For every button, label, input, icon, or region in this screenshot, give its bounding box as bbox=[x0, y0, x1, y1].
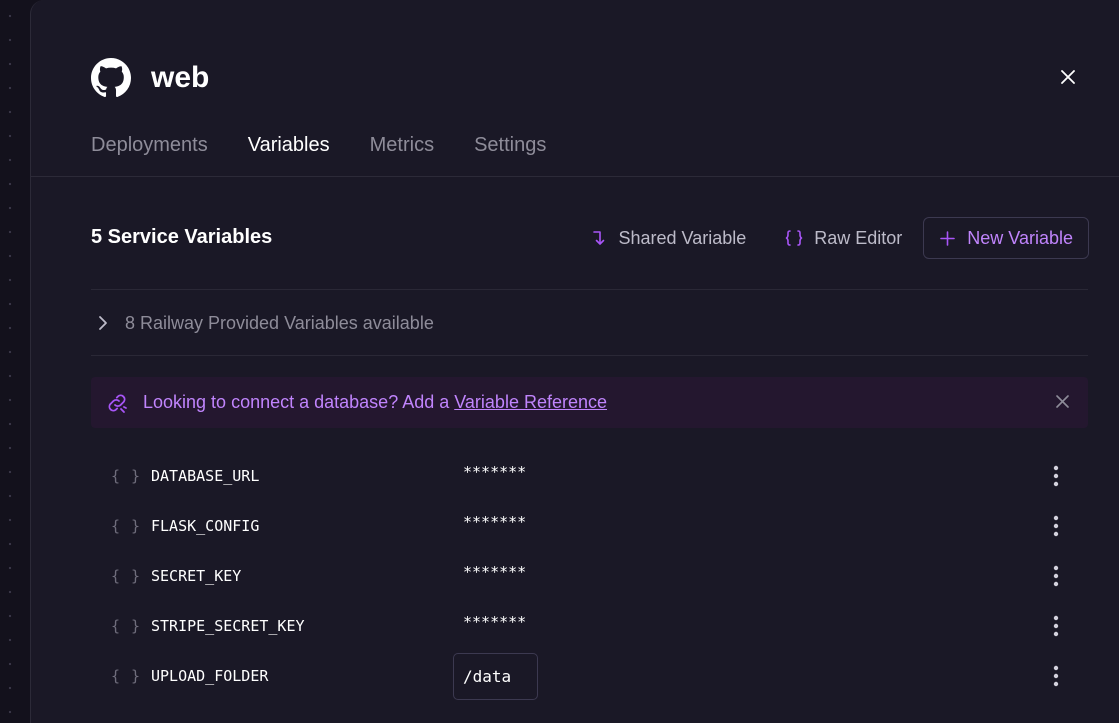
close-panel-button[interactable] bbox=[1057, 68, 1079, 90]
close-icon bbox=[1055, 392, 1069, 413]
shared-variable-label: Shared Variable bbox=[618, 227, 747, 248]
kebab-menu-icon bbox=[1053, 565, 1059, 587]
variable-name[interactable]: SECRET_KEY bbox=[151, 567, 241, 585]
more-options-button[interactable] bbox=[1044, 461, 1068, 491]
service-panel: web Deployments Variables Metrics Settin… bbox=[30, 0, 1119, 723]
variable-icon: { } bbox=[111, 667, 142, 685]
variable-value-field[interactable]: /data bbox=[453, 653, 538, 700]
variable-icon: { } bbox=[111, 617, 142, 635]
kebab-menu-icon bbox=[1053, 465, 1059, 487]
more-options-button[interactable] bbox=[1044, 561, 1068, 591]
variable-row: { } DATABASE_URL ******* bbox=[91, 451, 1088, 501]
close-icon bbox=[1061, 69, 1075, 89]
variable-icon: { } bbox=[111, 467, 142, 485]
variable-row: { } FLASK_CONFIG ******* bbox=[91, 501, 1088, 551]
plus-icon bbox=[940, 230, 956, 246]
variable-row: { } UPLOAD_FOLDER /data bbox=[91, 651, 1088, 701]
link-icon bbox=[105, 391, 129, 415]
panel-header: web bbox=[91, 58, 209, 98]
variable-name[interactable]: FLASK_CONFIG bbox=[151, 517, 259, 535]
provided-variables-toggle[interactable]: 8 Railway Provided Variables available bbox=[91, 291, 434, 355]
variable-icon: { } bbox=[111, 567, 142, 585]
divider bbox=[91, 355, 1088, 356]
section-title: 5 Service Variables bbox=[91, 226, 273, 248]
variable-icon: { } bbox=[111, 517, 142, 535]
raw-editor-label: Raw Editor bbox=[814, 227, 903, 248]
variable-name[interactable]: STRIPE_SECRET_KEY bbox=[151, 617, 305, 635]
service-title: web bbox=[151, 61, 210, 94]
variable-list: { } DATABASE_URL ******* { } FLASK_CONFI… bbox=[91, 451, 1088, 701]
tab-bar: Deployments Variables Metrics Settings bbox=[91, 126, 586, 177]
banner-text: Looking to connect a database? Add a bbox=[143, 392, 450, 412]
tabs-divider bbox=[31, 176, 1119, 177]
more-options-button[interactable] bbox=[1044, 661, 1068, 691]
variable-name[interactable]: UPLOAD_FOLDER bbox=[151, 667, 268, 685]
arrow-down-right-icon bbox=[591, 229, 609, 247]
variable-actions: Shared Variable Raw Editor New Variable bbox=[553, 217, 1089, 259]
shared-variable-button[interactable]: Shared Variable bbox=[591, 227, 747, 249]
github-icon bbox=[91, 58, 131, 98]
variable-row: { } STRIPE_SECRET_KEY ******* bbox=[91, 601, 1088, 651]
variable-name[interactable]: DATABASE_URL bbox=[151, 467, 259, 485]
tab-deployments[interactable]: Deployments bbox=[91, 126, 208, 177]
new-variable-button[interactable]: New Variable bbox=[923, 217, 1089, 259]
chevron-right-icon bbox=[93, 313, 117, 333]
variable-reference-link[interactable]: Variable Reference bbox=[454, 392, 607, 413]
more-options-button[interactable] bbox=[1044, 511, 1068, 541]
braces-icon bbox=[784, 229, 804, 247]
new-variable-label: New Variable bbox=[967, 227, 1073, 248]
more-options-button[interactable] bbox=[1044, 611, 1068, 641]
tab-settings[interactable]: Settings bbox=[474, 126, 546, 177]
variable-value[interactable]: ******* bbox=[463, 563, 526, 581]
tab-variables[interactable]: Variables bbox=[247, 126, 330, 177]
kebab-menu-icon bbox=[1053, 615, 1059, 637]
provided-variables-label: 8 Railway Provided Variables available bbox=[125, 312, 434, 333]
canvas-background bbox=[0, 0, 30, 723]
divider bbox=[91, 289, 1088, 290]
raw-editor-button[interactable]: Raw Editor bbox=[784, 228, 902, 249]
database-reference-banner: Looking to connect a database? Add a Var… bbox=[91, 377, 1088, 428]
variable-row: { } SECRET_KEY ******* bbox=[91, 551, 1088, 601]
dismiss-banner-button[interactable] bbox=[1052, 392, 1072, 412]
tab-metrics[interactable]: Metrics bbox=[370, 126, 434, 177]
kebab-menu-icon bbox=[1053, 665, 1059, 687]
variable-value[interactable]: ******* bbox=[463, 513, 526, 531]
variable-value[interactable]: ******* bbox=[463, 613, 526, 631]
kebab-menu-icon bbox=[1053, 515, 1059, 537]
variable-value[interactable]: ******* bbox=[463, 463, 526, 481]
